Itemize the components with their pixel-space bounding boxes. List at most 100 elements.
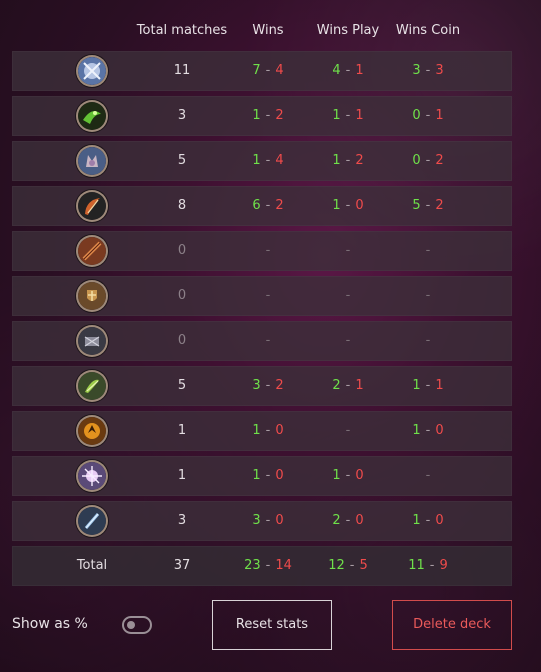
win-count: 2	[332, 513, 341, 528]
show-as-percent-label: Show as %	[12, 616, 88, 632]
mage-class-icon	[78, 57, 106, 85]
separator: -	[345, 153, 351, 168]
class-row: 53-22-11-1	[12, 366, 512, 406]
separator: -	[265, 468, 271, 483]
win-count: 3	[252, 513, 261, 528]
wins-value: 23-14	[238, 546, 298, 586]
total-matches-value: 0	[177, 288, 187, 303]
separator: -	[345, 468, 351, 483]
wins-play-value: 1-0	[318, 186, 378, 226]
loss-count: 0	[355, 513, 364, 528]
separator: -	[265, 63, 271, 78]
empty-dash: -	[425, 333, 431, 348]
shaman-class-icon	[78, 147, 106, 175]
total-matches-value: 3	[177, 108, 187, 123]
win-count: 1	[332, 198, 341, 213]
separator: -	[265, 198, 271, 213]
class-row: 11-0-1-0	[12, 411, 512, 451]
win-count: 1	[412, 423, 421, 438]
loss-count: 1	[435, 378, 444, 393]
wins-coin-value: -	[398, 231, 458, 271]
win-count: 1	[332, 153, 341, 168]
loss-count: 14	[275, 558, 292, 573]
empty-dash: -	[345, 333, 351, 348]
class-row: 33-02-01-0	[12, 501, 512, 541]
wins-play-value: -	[318, 276, 378, 316]
wins-play-value: 12-5	[318, 546, 378, 586]
separator: -	[265, 558, 271, 573]
total-matches-value: 11	[173, 63, 191, 78]
loss-count: 0	[355, 468, 364, 483]
wins-play-value: -	[318, 231, 378, 271]
class-row: 86-21-05-2	[12, 186, 512, 226]
class-row: 11 7-4 4-1 3-3	[12, 51, 512, 91]
loss-count: 2	[355, 153, 364, 168]
wins-play-value: 2-0	[318, 501, 378, 541]
win-count: 4	[332, 63, 341, 78]
win-count: 1	[332, 468, 341, 483]
stats-header: Total matches Wins Wins Play Wins Coin	[12, 18, 512, 44]
class-row: 31-21-10-1	[12, 96, 512, 136]
loss-count: 1	[355, 108, 364, 123]
separator: -	[345, 108, 351, 123]
separator: -	[425, 108, 431, 123]
empty-dash: -	[345, 288, 351, 303]
loss-count: 0	[275, 468, 284, 483]
empty-dash: -	[265, 288, 271, 303]
class-row: 51-41-20-2	[12, 141, 512, 181]
win-count: 0	[412, 153, 421, 168]
class-row: 11-01-0-	[12, 456, 512, 496]
win-count: 2	[332, 378, 341, 393]
delete-deck-button[interactable]: Delete deck	[392, 600, 512, 650]
win-count: 11	[408, 558, 425, 573]
reset-stats-button[interactable]: Reset stats	[212, 600, 332, 650]
separator: -	[345, 513, 351, 528]
win-count: 12	[328, 558, 345, 573]
header-total-matches: Total matches	[136, 23, 228, 38]
separator: -	[345, 63, 351, 78]
total-matches-value: 5	[177, 378, 187, 393]
empty-dash: -	[425, 288, 431, 303]
wins-play-value: 1-1	[318, 96, 378, 136]
wins-value: 1-4	[238, 141, 298, 181]
wins-play-value: 4-1	[318, 51, 378, 91]
wins-play-value: -	[318, 321, 378, 361]
separator: -	[345, 378, 351, 393]
wins-coin-value: -	[398, 321, 458, 361]
separator: -	[265, 153, 271, 168]
wins-coin-value: 5-2	[398, 186, 458, 226]
header-wins: Wins	[252, 23, 284, 38]
loss-count: 4	[275, 153, 284, 168]
loss-count: 2	[435, 153, 444, 168]
total-matches-value: 3	[177, 513, 187, 528]
separator: -	[265, 108, 271, 123]
separator: -	[265, 423, 271, 438]
total-matches-value: 37	[173, 558, 191, 573]
empty-dash: -	[425, 468, 431, 483]
separator: -	[345, 198, 351, 213]
wins-value: 7-4	[238, 51, 298, 91]
show-as-percent-toggle[interactable]	[122, 616, 152, 634]
loss-count: 2	[275, 198, 284, 213]
total-matches-value: 8	[177, 198, 187, 213]
total-matches-value: 5	[177, 153, 187, 168]
death-knight-class-icon	[78, 507, 106, 535]
total-label: Total	[76, 558, 108, 573]
warrior-class-icon	[78, 237, 106, 265]
separator: -	[425, 378, 431, 393]
wins-coin-value: -	[398, 276, 458, 316]
separator: -	[425, 423, 431, 438]
win-count: 7	[252, 63, 261, 78]
win-count: 0	[412, 108, 421, 123]
wins-value: 3-2	[238, 366, 298, 406]
total-matches-value: 0	[177, 333, 187, 348]
loss-count: 0	[435, 423, 444, 438]
loss-count: 2	[435, 198, 444, 213]
wins-coin-value: 0-1	[398, 96, 458, 136]
warlock-class-icon	[78, 327, 106, 355]
stats-table: 11 7-4 4-1 3-3 3 1-2 1-1 0-1 5 1-4 1-2 0-2 8 6-2 1-0 5-…	[12, 51, 512, 591]
wins-value: 1-2	[238, 96, 298, 136]
header-wins-play: Wins Play	[316, 23, 380, 38]
loss-count: 3	[435, 63, 444, 78]
wins-play-value: -	[318, 411, 378, 451]
